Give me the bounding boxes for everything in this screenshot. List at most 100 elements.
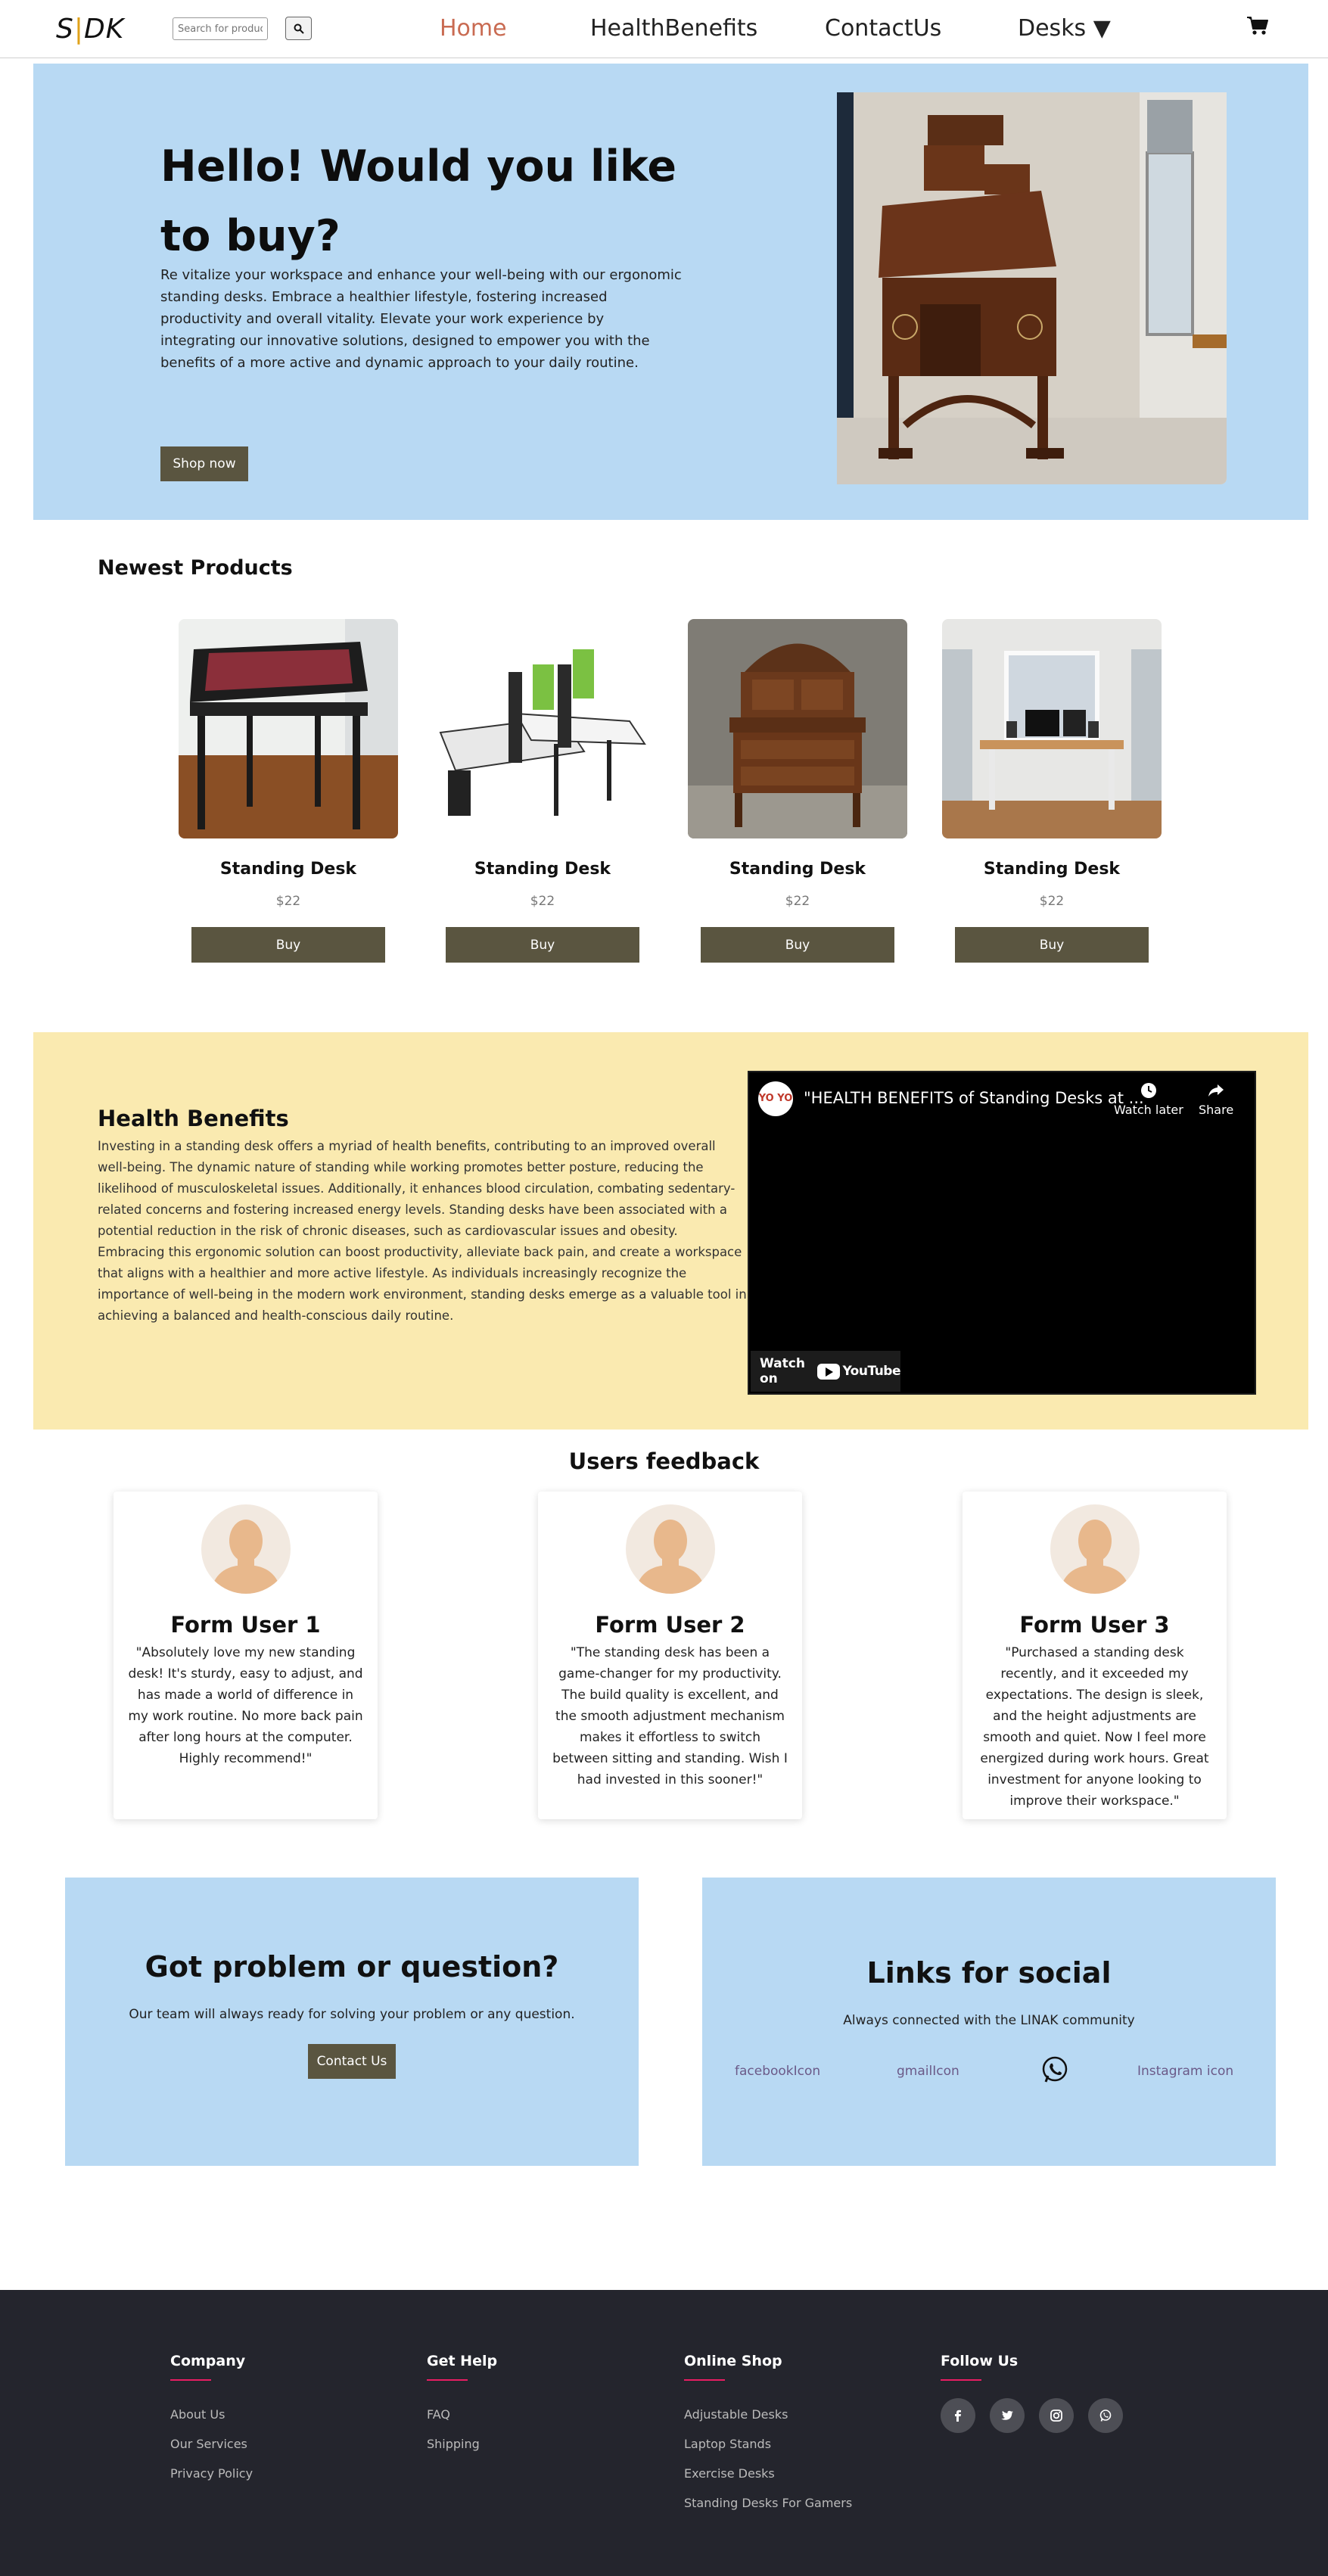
- footer-link-privacy-policy[interactable]: Privacy Policy: [170, 2459, 253, 2488]
- footer-underline: [170, 2379, 211, 2381]
- health-benefits-section: Health Benefits Investing in a standing …: [33, 1032, 1308, 1430]
- product-card: Standing Desk $22 Buy: [179, 619, 398, 963]
- buy-button[interactable]: Buy: [701, 927, 894, 963]
- watch-on-label: Watch on: [760, 1356, 805, 1386]
- product-card: Standing Desk $22 Buy: [688, 619, 907, 963]
- newest-products-title: Newest Products: [98, 556, 293, 580]
- share-label: Share: [1199, 1103, 1234, 1117]
- watch-on-youtube-button[interactable]: Watch on YouTube: [751, 1351, 900, 1392]
- facebook-icon[interactable]: facebookIcon: [735, 2064, 820, 2079]
- hero-desk-image: [837, 92, 1227, 484]
- feedback-card: Form User 1 "Absolutely love my new stan…: [114, 1492, 378, 1819]
- footer-shop-column: Online Shop Adjustable Desks Laptop Stan…: [684, 2353, 852, 2518]
- product-price: $22: [530, 894, 555, 909]
- footer-help-column: Get Help FAQ Shipping: [427, 2353, 497, 2459]
- nav-health-benefits[interactable]: HealthBenefits: [590, 15, 757, 42]
- product-image[interactable]: [433, 619, 652, 838]
- shop-now-button[interactable]: Shop now: [160, 446, 248, 481]
- footer-underline: [427, 2379, 468, 2381]
- search-icon: [294, 23, 304, 34]
- share-icon: [1208, 1084, 1224, 1097]
- user-name: Form User 2: [595, 1612, 745, 1638]
- feedback-card: Form User 3 "Purchased a standing desk r…: [963, 1492, 1227, 1819]
- contact-title: Got problem or question?: [145, 1950, 559, 1983]
- footer-link-laptop-stands[interactable]: Laptop Stands: [684, 2429, 852, 2459]
- video-title[interactable]: "HEALTH BENEFITS of Standing Desks at ..…: [804, 1089, 1144, 1107]
- product-price: $22: [275, 894, 301, 909]
- nav-home[interactable]: Home: [440, 15, 507, 42]
- footer-heading: Company: [170, 2353, 246, 2369]
- facebook-icon[interactable]: [941, 2398, 975, 2433]
- footer-heading: Follow Us: [941, 2353, 1019, 2369]
- site-logo[interactable]: S|DK: [56, 14, 124, 45]
- user-avatar: [625, 1504, 715, 1594]
- footer-link-gamer-desks[interactable]: Standing Desks For Gamers: [684, 2488, 852, 2518]
- whatsapp-icon[interactable]: [1088, 2398, 1124, 2433]
- contact-box: Got problem or question? Our team will a…: [65, 1878, 639, 2166]
- search-button[interactable]: [285, 17, 312, 40]
- buy-button[interactable]: Buy: [955, 927, 1149, 963]
- youtube-logo: YouTube: [817, 1363, 900, 1380]
- whatsapp-icon[interactable]: [1040, 2055, 1070, 2085]
- social-subtitle: Always connected with the LINAK communit…: [843, 2013, 1135, 2028]
- watch-later-label: Watch later: [1114, 1103, 1183, 1117]
- instagram-icon[interactable]: [1039, 2398, 1075, 2433]
- cart-icon[interactable]: [1246, 14, 1269, 37]
- feedback-card: Form User 2 "The standing desk has been …: [538, 1492, 802, 1819]
- gmail-icon[interactable]: gmailIcon: [897, 2064, 959, 2079]
- instagram-icon[interactable]: Instagram icon: [1137, 2064, 1233, 2079]
- product-name: Standing Desk: [219, 860, 357, 879]
- user-avatar: [1050, 1504, 1140, 1594]
- footer-heading: Online Shop: [684, 2353, 782, 2369]
- search-input[interactable]: [173, 17, 268, 40]
- user-name: Form User 1: [170, 1612, 321, 1638]
- footer-underline: [684, 2379, 725, 2381]
- user-name: Form User 3: [1019, 1612, 1170, 1638]
- contact-us-button[interactable]: Contact Us: [308, 2044, 396, 2079]
- product-price: $22: [1039, 894, 1065, 909]
- nav-desks-dropdown[interactable]: Desks ▼: [1018, 15, 1111, 42]
- footer: Company About Us Our Services Privacy Po…: [0, 2290, 1328, 2576]
- product-image[interactable]: [688, 619, 907, 838]
- product-image[interactable]: [179, 619, 398, 838]
- buy-button[interactable]: Buy: [191, 927, 385, 963]
- hero-title: Hello! Would you like to buy?: [160, 142, 677, 261]
- footer-link-adjustable-desks[interactable]: Adjustable Desks: [684, 2400, 852, 2429]
- footer-link-about-us[interactable]: About Us: [170, 2400, 253, 2429]
- user-avatar: [201, 1504, 291, 1594]
- nav-contact-us[interactable]: ContactUs: [825, 15, 941, 42]
- footer-follow-column: Follow Us: [941, 2353, 1134, 2433]
- product-name: Standing Desk: [983, 860, 1121, 879]
- social-title: Links for social: [866, 1956, 1112, 1990]
- twitter-icon[interactable]: [990, 2398, 1025, 2433]
- hero-text: Re vitalize your workspace and enhance y…: [160, 267, 682, 371]
- user-quote: "The standing desk has been a game-chang…: [552, 1645, 788, 1787]
- youtube-play-icon: [817, 1363, 841, 1380]
- channel-avatar[interactable]: YO YO: [758, 1081, 793, 1116]
- social-links-box: Links for social Always connected with t…: [702, 1878, 1276, 2166]
- navbar: S|DK Home HealthBenefits ContactUs Desks…: [0, 0, 1328, 58]
- user-quote: "Purchased a standing desk recently, and…: [980, 1645, 1209, 1809]
- health-benefits-text: Investing in a standing desk offers a my…: [98, 1139, 747, 1323]
- footer-underline: [941, 2379, 981, 2381]
- footer-link-faq[interactable]: FAQ: [427, 2400, 497, 2429]
- footer-heading: Get Help: [427, 2353, 498, 2369]
- share-button[interactable]: Share: [1199, 1081, 1233, 1117]
- product-card: Standing Desk $22 Buy: [942, 619, 1162, 963]
- users-feedback-title: Users feedback: [568, 1448, 760, 1474]
- product-image[interactable]: [942, 619, 1162, 838]
- product-name: Standing Desk: [474, 860, 611, 879]
- contact-subtitle: Our team will always ready for solving y…: [129, 2007, 575, 2022]
- product-name: Standing Desk: [729, 860, 866, 879]
- footer-link-exercise-desks[interactable]: Exercise Desks: [684, 2459, 852, 2488]
- hero-section: Hello! Would you like to buy? Re vitaliz…: [33, 64, 1308, 520]
- youtube-video-embed[interactable]: YO YO "HEALTH BENEFITS of Standing Desks…: [748, 1071, 1256, 1395]
- footer-company-column: Company About Us Our Services Privacy Po…: [170, 2353, 253, 2488]
- clock-icon: [1140, 1083, 1156, 1098]
- product-card: Standing Desk $22 Buy: [433, 619, 652, 963]
- product-price: $22: [785, 894, 810, 909]
- watch-later-button[interactable]: Watch later: [1114, 1081, 1183, 1117]
- buy-button[interactable]: Buy: [446, 927, 639, 963]
- footer-link-shipping[interactable]: Shipping: [427, 2429, 497, 2459]
- footer-link-our-services[interactable]: Our Services: [170, 2429, 253, 2459]
